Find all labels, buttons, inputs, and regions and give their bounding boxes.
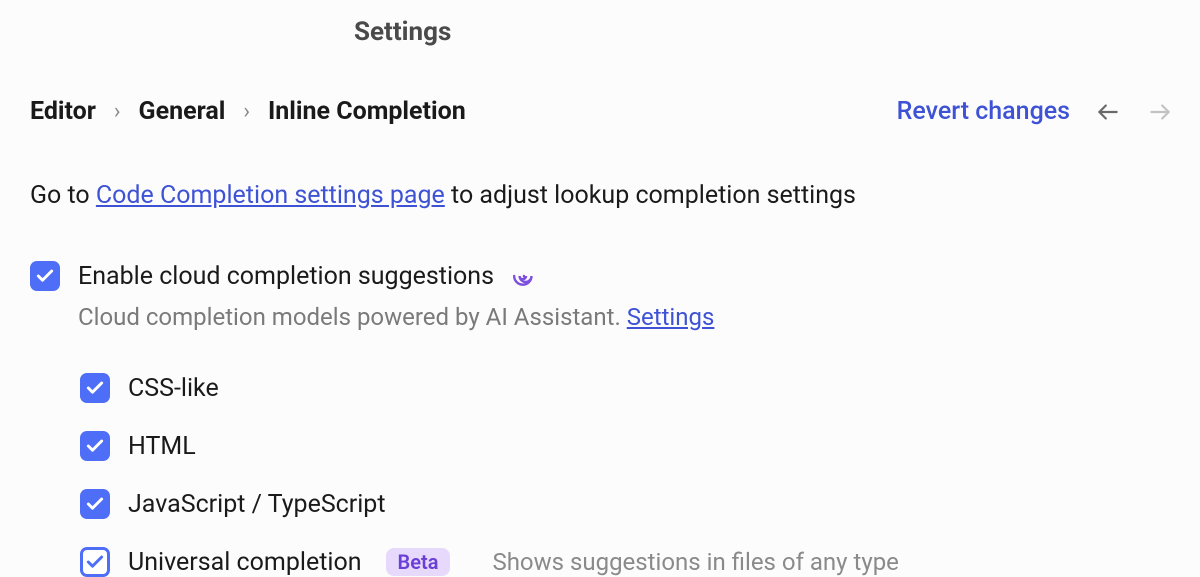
css-label: CSS-like [128,374,219,403]
language-options: CSS-like HTML JavaScript / TypeScript Un… [80,373,1170,577]
intro-text: Go to Code Completion settings page to a… [30,178,1170,213]
check-icon [85,378,105,398]
content: Go to Code Completion settings page to a… [0,126,1200,577]
cloud-completion-option: Enable cloud completion suggestions Clou… [30,261,1170,577]
revert-changes-link[interactable]: Revert changes [897,97,1070,126]
css-checkbox[interactable] [80,373,110,403]
spiral-icon [512,263,538,289]
breadcrumb: Editor › General › Inline Completion [30,97,466,126]
language-option-css: CSS-like [80,373,1170,403]
header-actions: Revert changes [897,97,1174,126]
breadcrumb-item-inline-completion: Inline Completion [268,97,466,126]
cloud-completion-checkbox[interactable] [30,261,60,291]
cloud-completion-row: Enable cloud completion suggestions [30,261,1170,291]
nav-back-button[interactable] [1094,98,1122,126]
language-option-universal: Universal completion Beta Shows suggesti… [80,547,1170,577]
intro-suffix: to adjust lookup completion settings [445,181,856,210]
language-option-js-ts: JavaScript / TypeScript [80,489,1170,519]
language-option-html: HTML [80,431,1170,461]
desc-text: Cloud completion models powered by AI As… [78,303,627,331]
html-checkbox[interactable] [80,431,110,461]
breadcrumb-item-general[interactable]: General [139,97,226,126]
chevron-right-icon: › [114,99,121,124]
page-title: Settings [0,0,1200,47]
cloud-completion-description: Cloud completion models powered by AI As… [78,303,1170,331]
beta-badge: Beta [386,548,451,576]
breadcrumb-item-editor[interactable]: Editor [30,97,96,126]
js-ts-label: JavaScript / TypeScript [128,490,386,519]
nav-forward-button[interactable] [1146,98,1174,126]
universal-label: Universal completion [128,548,362,577]
cloud-completion-label: Enable cloud completion suggestions [78,262,494,291]
header-row: Editor › General › Inline Completion Rev… [0,47,1200,126]
universal-description: Shows suggestions in files of any type [492,548,898,576]
chevron-right-icon: › [243,99,250,124]
check-icon [35,266,55,286]
universal-checkbox[interactable] [80,547,110,577]
check-icon [85,552,105,572]
js-ts-checkbox[interactable] [80,489,110,519]
arrow-left-icon [1095,99,1121,125]
code-completion-settings-link[interactable]: Code Completion settings page [96,181,445,210]
check-icon [85,494,105,514]
intro-prefix: Go to [30,181,96,210]
html-label: HTML [128,432,196,461]
check-icon [85,436,105,456]
ai-assistant-settings-link[interactable]: Settings [627,303,715,331]
arrow-right-icon [1147,99,1173,125]
